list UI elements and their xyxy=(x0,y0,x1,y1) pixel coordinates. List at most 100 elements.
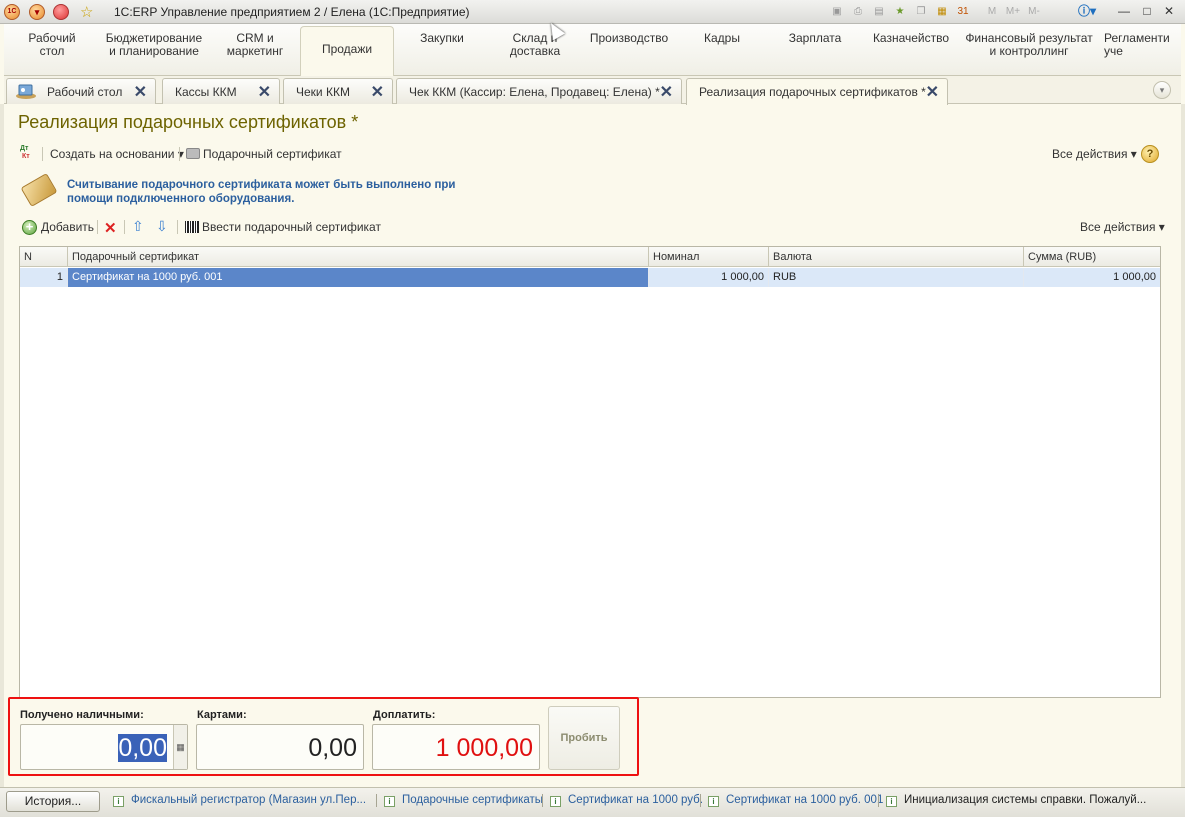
payment-panel: Получено наличными: 0,00 ▦ Картами: 0,00… xyxy=(8,697,639,776)
separator xyxy=(700,794,701,807)
column-header[interactable]: N xyxy=(20,247,68,267)
card-reader-icon xyxy=(20,172,58,208)
app-logo-icon[interactable]: 1C xyxy=(4,4,20,20)
info-banner: Считывание подарочного сертификата может… xyxy=(20,172,622,208)
calculator-icon[interactable]: ▦ xyxy=(173,725,187,769)
tab-kkm-registers[interactable]: Кассы ККМ ✕ xyxy=(162,78,280,104)
column-header[interactable]: Подарочный сертификат xyxy=(68,247,649,267)
status-item[interactable]: i Инициализация системы справки. Пожалуй.… xyxy=(886,794,1146,807)
close-tab-icon[interactable]: ✕ xyxy=(134,82,147,102)
section-desktop[interactable]: Рабочий стол xyxy=(22,32,82,58)
add-icon[interactable]: + xyxy=(22,220,37,235)
status-item[interactable]: i Подарочные сертификаты xyxy=(384,794,543,807)
dt-kt-icon[interactable]: Дт Кт xyxy=(20,145,38,163)
memory-minus-button[interactable]: M- xyxy=(1025,3,1043,20)
calculator-icon[interactable]: ▦ xyxy=(933,3,951,20)
cash-value: 0,00 xyxy=(118,734,167,762)
maximize-icon[interactable]: □ xyxy=(1136,3,1158,20)
section-crm[interactable]: CRM и маркетинг xyxy=(220,32,290,58)
print-icon[interactable]: ⎙ xyxy=(849,3,867,20)
info-icon: i xyxy=(384,796,395,807)
delete-icon[interactable]: ✕ xyxy=(104,219,117,237)
barcode-icon[interactable] xyxy=(185,221,199,233)
section-financial-result[interactable]: Финансовый результат и контроллинг xyxy=(964,32,1094,58)
left-border xyxy=(0,104,4,787)
column-header[interactable]: Номинал xyxy=(649,247,769,267)
copy-icon[interactable]: ❐ xyxy=(912,3,930,20)
cell-currency[interactable]: RUB xyxy=(769,268,1024,287)
info-icon: i xyxy=(550,796,561,807)
due-field: 1 000,00 xyxy=(372,724,540,770)
section-budgeting[interactable]: Бюджетирование и планирование xyxy=(104,32,204,58)
calendar-icon[interactable]: 31 xyxy=(954,3,972,20)
close-tab-icon[interactable]: ✕ xyxy=(371,82,384,102)
cell-nominal[interactable]: 1 000,00 xyxy=(649,268,769,287)
section-payroll[interactable]: Зарплата xyxy=(780,32,850,45)
tab-gift-cert-sale[interactable]: Реализация подарочных сертификатов * ✕ xyxy=(686,78,948,105)
section-hr[interactable]: Кадры xyxy=(692,32,752,45)
title-toolbar: ▣ ⎙ ▤ ★ ❐ ▦ 31 M M+ M- xyxy=(828,3,1043,20)
punch-button[interactable]: Пробить xyxy=(548,706,620,770)
main-menu-button[interactable]: ▾ xyxy=(29,4,45,20)
gift-cert-table[interactable]: N Подарочный сертификат Номинал Валюта С… xyxy=(19,246,1161,698)
info-icon[interactable]: ⓘ▾ xyxy=(1076,3,1098,20)
gift-cert-print-button[interactable]: Подарочный сертификат xyxy=(203,147,342,161)
section-sales[interactable]: Продажи xyxy=(300,26,394,76)
title-bar: 1C ▾ ☆ 1С:ERP Управление предприятием 2 … xyxy=(0,0,1185,24)
table-row[interactable]: 1 Сертификат на 1000 руб. 001 1 000,00 R… xyxy=(20,268,1160,287)
cell-amount[interactable]: 1 000,00 xyxy=(1024,268,1160,287)
cards-field[interactable]: 0,00 xyxy=(196,724,364,770)
create-based-on-button[interactable]: Создать на основании ▾ xyxy=(50,147,184,161)
tab-desktop[interactable]: Рабочий стол ✕ xyxy=(6,78,156,104)
memory-button[interactable]: M xyxy=(983,3,1001,20)
status-item[interactable]: i Сертификат на 1000 руб. 001 xyxy=(708,794,883,807)
column-header[interactable]: Сумма (RUB) xyxy=(1024,247,1160,267)
separator xyxy=(542,794,543,807)
close-tab-icon[interactable]: ✕ xyxy=(926,82,939,102)
status-bar: История... i Фискальный регистратор (Мага… xyxy=(0,787,1185,817)
close-icon[interactable]: ✕ xyxy=(1158,3,1180,20)
preview-icon[interactable]: ▤ xyxy=(870,3,888,20)
history-button[interactable]: История... xyxy=(6,791,100,812)
save-icon[interactable]: ▣ xyxy=(828,3,846,20)
help-icon[interactable]: ? xyxy=(1141,145,1159,163)
tab-kkm-receipts[interactable]: Чеки ККМ ✕ xyxy=(283,78,393,104)
section-regulated[interactable]: Регламенти уче xyxy=(1104,32,1181,58)
minimize-icon[interactable]: — xyxy=(1113,3,1135,20)
open-windows-bar: Рабочий стол ✕ Кассы ККМ ✕ Чеки ККМ ✕ Че… xyxy=(4,76,1181,105)
separator xyxy=(177,220,178,234)
favorites-add-icon[interactable]: ★ xyxy=(891,3,909,20)
close-tab-icon[interactable]: ✕ xyxy=(258,82,271,102)
separator xyxy=(376,794,377,807)
sections-bar: Рабочий стол Бюджетирование и планирован… xyxy=(4,24,1181,76)
window-title: 1С:ERP Управление предприятием 2 / Елена… xyxy=(114,5,470,19)
add-button[interactable]: Добавить xyxy=(41,220,94,234)
section-treasury[interactable]: Казначейство xyxy=(866,32,956,45)
move-up-icon[interactable]: ⇧ xyxy=(132,218,144,235)
chevron-down-icon[interactable]: ▾ xyxy=(1153,81,1171,99)
cell-certificate[interactable]: Сертификат на 1000 руб. 001 xyxy=(68,268,649,287)
all-actions-button[interactable]: Все действия ▾ xyxy=(1052,147,1137,161)
separator xyxy=(179,147,180,161)
cash-field[interactable]: 0,00 ▦ xyxy=(20,724,188,770)
right-border xyxy=(1181,104,1185,787)
favorites-star-icon[interactable]: ☆ xyxy=(80,3,93,21)
section-production[interactable]: Производство xyxy=(584,32,674,45)
enter-gift-cert-button[interactable]: Ввести подарочный сертификат xyxy=(202,220,381,234)
status-item[interactable]: i Фискальный регистратор (Магазин ул.Пер.… xyxy=(113,794,366,807)
status-item[interactable]: i Сертификат на 1000 руб. xyxy=(550,794,703,807)
memory-plus-button[interactable]: M+ xyxy=(1004,3,1022,20)
move-down-icon[interactable]: ⇩ xyxy=(156,218,168,235)
tab-kkm-receipt[interactable]: Чек ККМ (Кассир: Елена, Продавец: Елена)… xyxy=(396,78,682,104)
column-header[interactable]: Валюта xyxy=(769,247,1024,267)
table-toolbar: + Добавить ✕ ⇧ ⇩ Ввести подарочный серти… xyxy=(22,218,1167,237)
close-tab-icon[interactable]: ✕ xyxy=(660,82,673,102)
section-purchases[interactable]: Закупки xyxy=(407,32,477,45)
info-icon: i xyxy=(113,796,124,807)
stop-icon[interactable] xyxy=(53,4,69,20)
printer-icon xyxy=(186,148,200,159)
cash-label: Получено наличными: xyxy=(20,709,144,721)
form-toolbar: Дт Кт Создать на основании ▾ Подарочный … xyxy=(18,145,1168,163)
table-all-actions-button[interactable]: Все действия ▾ xyxy=(1080,220,1165,234)
cards-label: Картами: xyxy=(197,709,247,721)
